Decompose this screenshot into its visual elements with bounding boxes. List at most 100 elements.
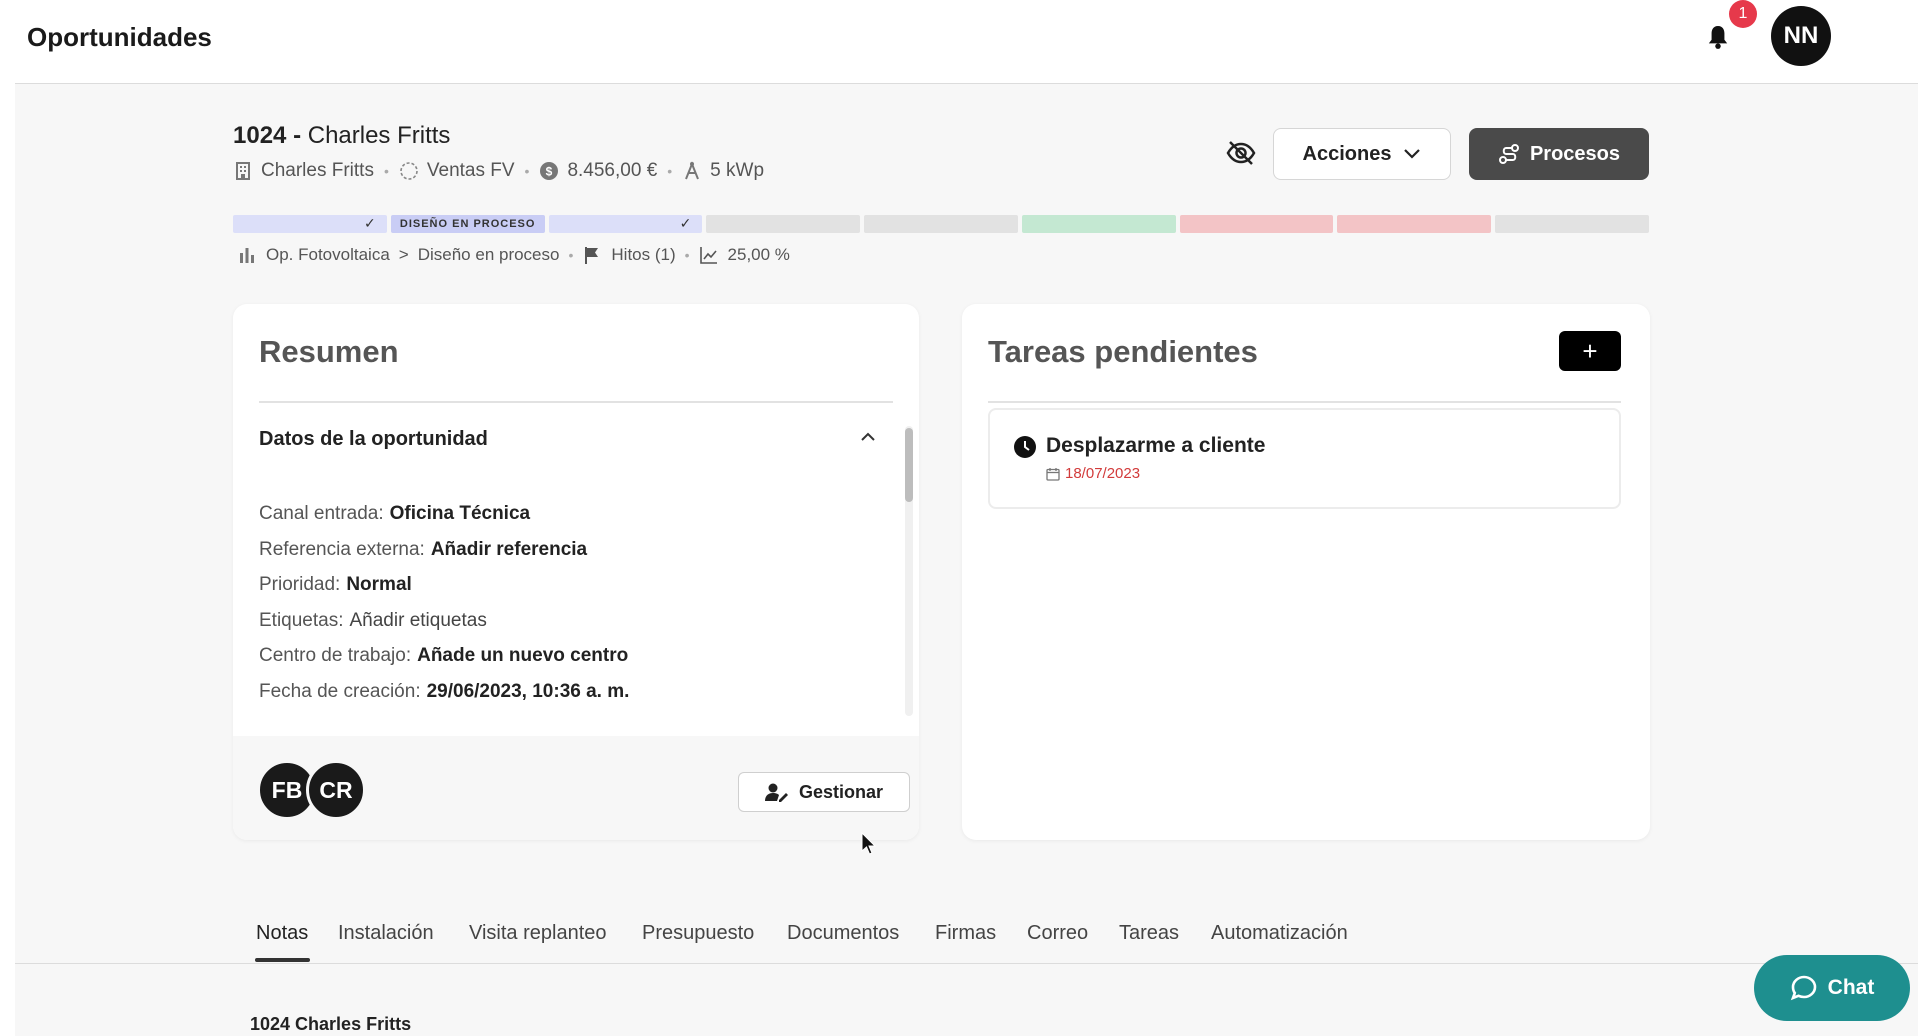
tab-presupuesto[interactable]: Presupuesto [642, 922, 754, 945]
field-row: Canal entrada: Oficina Técnica [259, 496, 879, 532]
page-title: Oportunidades [27, 22, 212, 52]
tab-visita-replanteo[interactable]: Visita replanteo [469, 922, 607, 945]
tab-documentos[interactable]: Documentos [787, 922, 899, 945]
field-value[interactable]: 29/06/2023, 10:36 a. m. [427, 681, 630, 702]
stage-breadcrumb: Op. Fotovoltaica > Diseño en proceso • H… [237, 245, 790, 265]
meta-pipeline[interactable]: Ventas FV [399, 160, 515, 182]
meta-separator: • [667, 163, 673, 179]
section-opportunity-data[interactable]: Datos de la oportunidad [259, 428, 488, 451]
field-label: Etiquetas: [259, 609, 344, 631]
summary-title: Resumen [259, 334, 399, 369]
summary-divider [259, 401, 893, 403]
chevron-up-icon[interactable] [859, 428, 877, 446]
field-label: Centro de trabajo: [259, 645, 412, 666]
tab-firmas[interactable]: Firmas [935, 922, 996, 945]
tab-automatizacion[interactable]: Automatización [1211, 922, 1348, 945]
meta-client[interactable]: Charles Fritts [233, 160, 374, 182]
calendar-icon [1046, 467, 1060, 481]
tasks-card: Tareas pendientes + Desplazarme a client… [962, 304, 1650, 840]
breadcrumb-stage[interactable]: Diseño en proceso [418, 245, 560, 265]
stage-segment[interactable] [1495, 215, 1650, 233]
breadcrumb-milestones[interactable]: Hitos (1) [611, 245, 675, 265]
field-row: Centro de trabajo: Añade un nuevo centro [259, 638, 879, 674]
field-value[interactable]: Oficina Técnica [390, 503, 530, 524]
user-edit-icon [764, 783, 788, 802]
assignee-avatar[interactable]: CR [306, 760, 366, 820]
solar-panel-icon [685, 161, 700, 180]
breadcrumb-category[interactable]: Op. Fotovoltaica [266, 245, 390, 265]
opportunity-number: 1024 [233, 122, 287, 149]
trend-chart-icon [699, 247, 717, 264]
clock-icon [1014, 436, 1036, 458]
meta-amount-label: 8.456,00 € [567, 160, 658, 181]
field-row: Etiquetas: Añadir etiquetas [259, 603, 879, 639]
opportunity-meta: Charles Fritts • Ventas FV • $ 8.456,00 … [233, 160, 764, 182]
stage-segment[interactable]: ✓ [548, 215, 703, 233]
tab-correo[interactable]: Correo [1027, 922, 1088, 945]
opportunity-title: 1024 - Charles Fritts [233, 122, 450, 150]
process-flow-icon [1498, 144, 1519, 164]
tasks-divider [988, 401, 1621, 403]
meta-client-label: Charles Fritts [261, 160, 374, 181]
field-value[interactable]: Normal [346, 574, 411, 595]
acciones-button[interactable]: Acciones [1273, 128, 1451, 180]
opportunity-header: 1024 - Charles Fritts [233, 122, 450, 150]
tab-instalacion[interactable]: Instalación [338, 922, 434, 945]
acciones-label: Acciones [1302, 142, 1392, 165]
chat-label: Chat [1827, 976, 1875, 999]
user-avatar[interactable]: NN [1771, 6, 1831, 66]
summary-scrollbar-thumb[interactable] [905, 428, 913, 502]
stage-segment[interactable] [864, 215, 1018, 233]
procesos-label: Procesos [1529, 142, 1621, 165]
breadcrumb-arrow: > [398, 245, 409, 264]
top-bar: Oportunidades 1 NN [15, 0, 1918, 84]
gestionar-button[interactable]: Gestionar [738, 772, 910, 812]
stage-segment[interactable] [1337, 215, 1492, 233]
field-value[interactable]: Añadir referencia [431, 539, 587, 560]
bar-chart-icon [240, 248, 254, 263]
meta-separator: • [383, 163, 389, 179]
check-icon: ✓ [679, 215, 693, 231]
add-task-button[interactable]: + [1559, 331, 1621, 371]
procesos-button[interactable]: Procesos [1469, 128, 1649, 180]
stage-segment[interactable]: DISEÑO EN PROCESO [390, 215, 545, 233]
field-row: Prioridad: Normal [259, 567, 879, 603]
summary-card: Resumen Datos de la oportunidad Canal en… [233, 304, 919, 840]
chat-button[interactable]: Chat [1754, 955, 1910, 1021]
chevron-down-icon [1404, 149, 1421, 159]
stage-label: DISEÑO EN PROCESO [399, 218, 536, 230]
app-window: Oportunidades 1 NN 1024 - Charles Fritts… [15, 0, 1918, 1036]
check-icon: ✓ [364, 215, 377, 231]
task-date-label: 18/07/2023 [1065, 465, 1141, 482]
meta-power-label: 5 kWp [710, 160, 765, 181]
stage-segment[interactable] [706, 215, 861, 233]
stage-segment[interactable]: ✓ [233, 215, 387, 233]
stage-progress-bar: ✓ DISEÑO EN PROCESO ✓ [233, 215, 1650, 233]
flag-icon [585, 247, 599, 264]
chat-bubble-icon [1790, 975, 1816, 1001]
field-row: Referencia externa: Añadir referencia [259, 532, 879, 568]
meta-power: 5 kWp [682, 160, 764, 182]
opportunity-name: Charles Fritts [307, 122, 451, 149]
mouse-cursor-icon [861, 832, 877, 855]
breadcrumb-probability: 25,00 % [727, 245, 790, 264]
detail-tabs: Notas Instalación Visita replanteo Presu… [15, 900, 1918, 964]
tab-notas[interactable]: Notas [256, 922, 308, 945]
bell-icon[interactable] [1707, 24, 1729, 50]
task-due-date: 18/07/2023 [1046, 465, 1140, 482]
stage-segment[interactable] [1179, 215, 1334, 233]
field-value[interactable]: Añadir etiquetas [350, 610, 487, 631]
field-value[interactable]: Añade un nuevo centro [417, 645, 628, 666]
coin-icon: $ [540, 162, 559, 180]
active-tab-indicator [255, 958, 310, 962]
title-separator: - [293, 122, 302, 149]
field-label: Prioridad: [259, 574, 341, 595]
stage-segment[interactable] [1021, 215, 1176, 233]
meta-separator: • [524, 163, 530, 179]
gestionar-label: Gestionar [798, 781, 884, 802]
task-item[interactable]: Desplazarme a cliente 18/07/2023 [988, 408, 1621, 509]
loading-circle-icon [400, 162, 418, 180]
tab-tareas[interactable]: Tareas [1119, 922, 1179, 945]
task-title: Desplazarme a cliente [1046, 434, 1266, 457]
hide-eye-icon[interactable] [1225, 137, 1257, 169]
